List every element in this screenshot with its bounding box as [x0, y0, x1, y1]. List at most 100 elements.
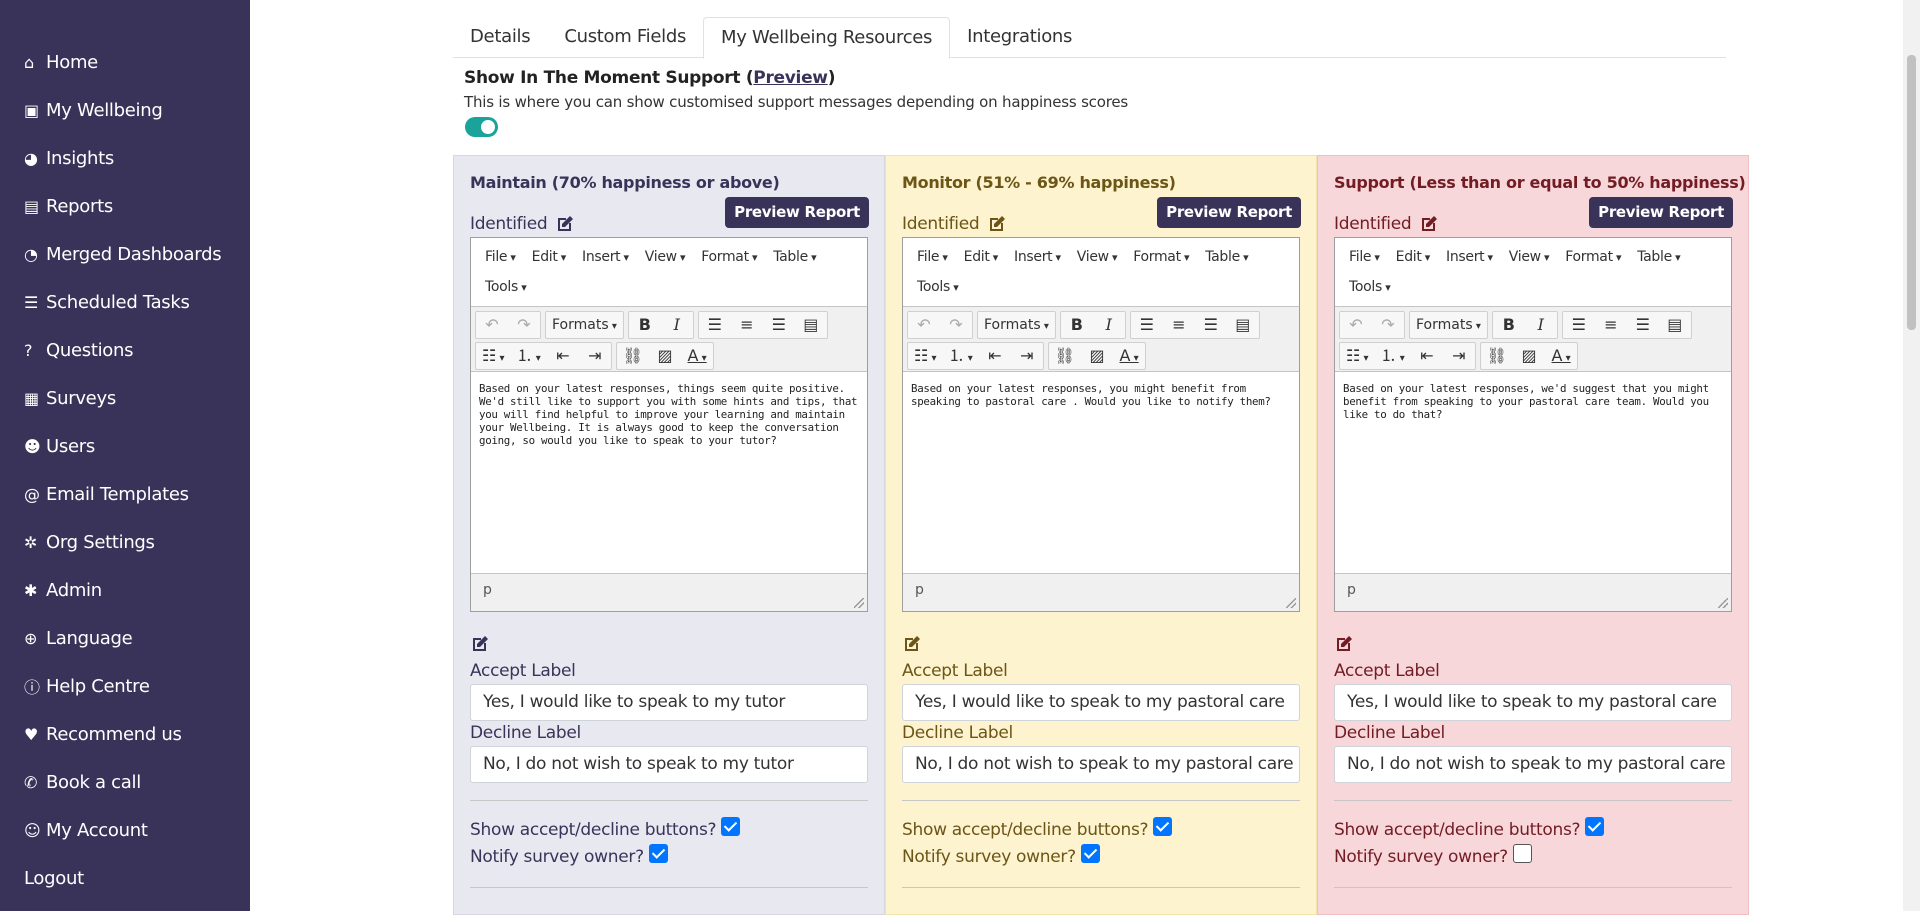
sidebar-item-email-templates[interactable]: @ Email Templates	[0, 470, 250, 518]
numbered-list-icon[interactable]: ⒈	[511, 343, 547, 369]
preview-link[interactable]: Preview	[753, 68, 828, 88]
text-color-icon[interactable]: A	[1113, 343, 1145, 369]
tab-custom-fields[interactable]: Custom Fields	[547, 17, 703, 58]
align-justify-icon[interactable]: ▤	[1659, 312, 1691, 338]
decline-label-input[interactable]: No, I do not wish to speak to my pastora…	[1334, 746, 1732, 783]
show-buttons-checkbox[interactable]	[721, 816, 741, 836]
bold-icon[interactable]: B	[629, 312, 661, 338]
align-left-icon[interactable]: ☰	[1131, 312, 1163, 338]
edit-icon[interactable]	[555, 214, 575, 234]
sidebar-item-merged-dashboards[interactable]: ◔ Merged Dashboards	[0, 230, 250, 278]
indent-icon[interactable]: ⇥	[1443, 343, 1475, 369]
tab-details[interactable]: Details	[453, 17, 547, 58]
align-justify-icon[interactable]: ▤	[795, 312, 827, 338]
show-buttons-checkbox[interactable]	[1585, 816, 1605, 836]
sidebar-item-help-centre[interactable]: ⓘ Help Centre	[0, 662, 250, 710]
align-center-icon[interactable]: ≡	[1595, 312, 1627, 338]
menu-tools[interactable]: Tools	[477, 272, 534, 302]
text-color-icon[interactable]: A	[1545, 343, 1577, 369]
sidebar-item-language[interactable]: ⊕ Language	[0, 614, 250, 662]
undo-icon[interactable]: ↶	[476, 312, 508, 338]
link-icon[interactable]: ⛓	[617, 343, 649, 369]
menu-table[interactable]: Table	[765, 242, 824, 272]
sidebar-item-reports[interactable]: ▤ Reports	[0, 182, 250, 230]
resize-handle-icon[interactable]	[854, 598, 864, 608]
redo-icon[interactable]: ↷	[940, 312, 972, 338]
edit-labels-icon[interactable]	[1334, 634, 1356, 656]
sidebar-item-org-settings[interactable]: ✲ Org Settings	[0, 518, 250, 566]
menu-edit[interactable]: Edit	[956, 242, 1006, 272]
accept-label-input[interactable]: Yes, I would like to speak to my pastora…	[1334, 684, 1732, 721]
outdent-icon[interactable]: ⇤	[979, 343, 1011, 369]
resize-handle-icon[interactable]	[1286, 598, 1296, 608]
sidebar-item-insights[interactable]: ◕ Insights	[0, 134, 250, 182]
menu-table[interactable]: Table	[1197, 242, 1256, 272]
align-center-icon[interactable]: ≡	[731, 312, 763, 338]
menu-format[interactable]: Format	[1557, 242, 1629, 272]
bullet-list-icon[interactable]: ☷	[1340, 343, 1375, 369]
align-right-icon[interactable]: ☰	[1195, 312, 1227, 338]
undo-icon[interactable]: ↶	[1340, 312, 1372, 338]
menu-tools[interactable]: Tools	[909, 272, 966, 302]
sidebar-item-users[interactable]: ☻ Users	[0, 422, 250, 470]
formats-dropdown[interactable]: Formats	[978, 312, 1055, 338]
text-color-icon[interactable]: A	[681, 343, 713, 369]
sidebar-item-book-a-call[interactable]: ✆ Book a call	[0, 758, 250, 806]
redo-icon[interactable]: ↷	[1372, 312, 1404, 338]
notify-owner-checkbox[interactable]	[1080, 843, 1100, 863]
notify-owner-checkbox[interactable]	[648, 843, 668, 863]
outdent-icon[interactable]: ⇤	[547, 343, 579, 369]
align-justify-icon[interactable]: ▤	[1227, 312, 1259, 338]
menu-view[interactable]: View	[1501, 242, 1557, 272]
support-toggle[interactable]	[465, 117, 498, 137]
outdent-icon[interactable]: ⇤	[1411, 343, 1443, 369]
sidebar-item-my-wellbeing[interactable]: ▣ My Wellbeing	[0, 86, 250, 134]
italic-icon[interactable]: I	[1093, 312, 1125, 338]
sidebar-item-recommend-us[interactable]: ♥ Recommend us	[0, 710, 250, 758]
bold-icon[interactable]: B	[1493, 312, 1525, 338]
scrollbar-thumb[interactable]	[1907, 55, 1916, 330]
decline-label-input[interactable]: No, I do not wish to speak to my pastora…	[902, 746, 1300, 783]
menu-file[interactable]: File	[909, 242, 956, 272]
italic-icon[interactable]: I	[1525, 312, 1557, 338]
sidebar-item-scheduled-tasks[interactable]: ☰ Scheduled Tasks	[0, 278, 250, 326]
menu-file[interactable]: File	[477, 242, 524, 272]
menu-format[interactable]: Format	[693, 242, 765, 272]
menu-view[interactable]: View	[637, 242, 693, 272]
undo-icon[interactable]: ↶	[908, 312, 940, 338]
edit-labels-icon[interactable]	[470, 634, 492, 656]
menu-insert[interactable]: Insert	[1438, 242, 1501, 272]
sidebar-item-logout[interactable]: Logout	[0, 854, 250, 902]
bullet-list-icon[interactable]: ☷	[908, 343, 943, 369]
menu-table[interactable]: Table	[1629, 242, 1688, 272]
editor-content[interactable]: Based on your latest responses, things s…	[471, 372, 867, 573]
sidebar-item-admin[interactable]: ✱ Admin	[0, 566, 250, 614]
editor-content[interactable]: Based on your latest responses, we'd sug…	[1335, 372, 1731, 573]
preview-report-button[interactable]: Preview Report	[1157, 197, 1301, 228]
sidebar-item-my-account[interactable]: ☺ My Account	[0, 806, 250, 854]
align-center-icon[interactable]: ≡	[1163, 312, 1195, 338]
edit-labels-icon[interactable]	[902, 634, 924, 656]
bullet-list-icon[interactable]: ☷	[476, 343, 511, 369]
menu-format[interactable]: Format	[1125, 242, 1197, 272]
redo-icon[interactable]: ↷	[508, 312, 540, 338]
image-icon[interactable]: ▨	[649, 343, 681, 369]
italic-icon[interactable]: I	[661, 312, 693, 338]
menu-file[interactable]: File	[1341, 242, 1388, 272]
align-left-icon[interactable]: ☰	[1563, 312, 1595, 338]
resize-handle-icon[interactable]	[1718, 598, 1728, 608]
formats-dropdown[interactable]: Formats	[1410, 312, 1487, 338]
sidebar-item-questions[interactable]: ? Questions	[0, 326, 250, 374]
image-icon[interactable]: ▨	[1081, 343, 1113, 369]
menu-view[interactable]: View	[1069, 242, 1125, 272]
accept-label-input[interactable]: Yes, I would like to speak to my tutor	[470, 684, 868, 721]
tab-integrations[interactable]: Integrations	[950, 17, 1089, 58]
notify-owner-checkbox[interactable]	[1512, 843, 1532, 863]
link-icon[interactable]: ⛓	[1049, 343, 1081, 369]
menu-edit[interactable]: Edit	[524, 242, 574, 272]
menu-insert[interactable]: Insert	[1006, 242, 1069, 272]
menu-edit[interactable]: Edit	[1388, 242, 1438, 272]
align-right-icon[interactable]: ☰	[1627, 312, 1659, 338]
decline-label-input[interactable]: No, I do not wish to speak to my tutor	[470, 746, 868, 783]
preview-report-button[interactable]: Preview Report	[725, 197, 869, 228]
